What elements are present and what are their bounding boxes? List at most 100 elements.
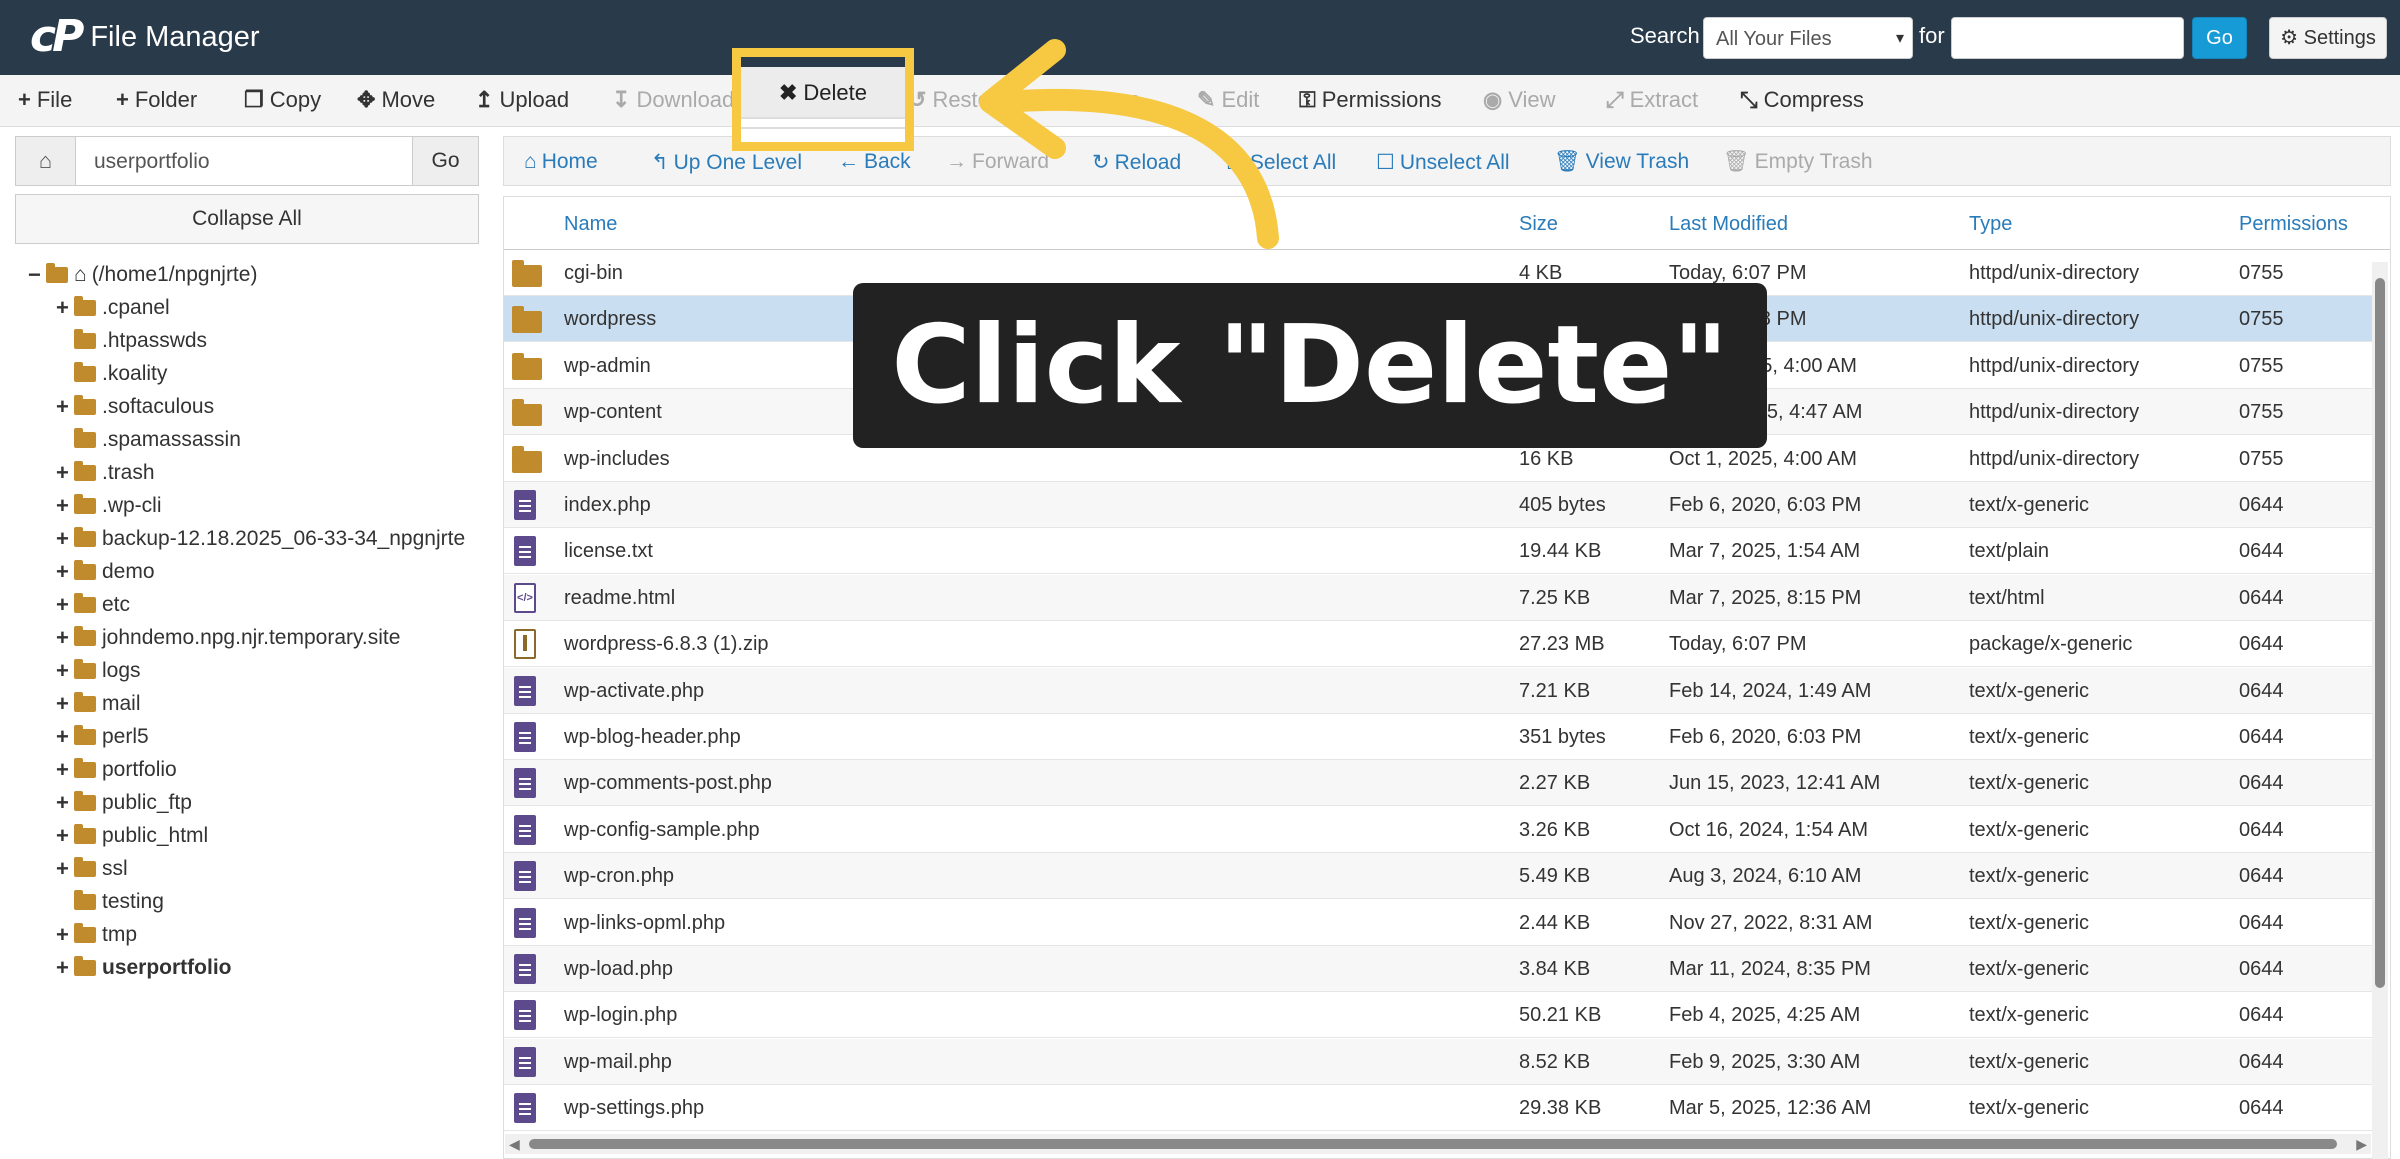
expand-icon[interactable]: + — [56, 592, 74, 618]
column-header-modified[interactable]: Last Modified — [1669, 213, 1788, 236]
expand-icon[interactable]: + — [56, 526, 74, 552]
expand-icon[interactable]: + — [56, 559, 74, 585]
settings-button[interactable]: ⚙ Settings — [2269, 17, 2387, 59]
download-label: Download — [636, 87, 735, 112]
view-button[interactable]: ◉ View — [1483, 87, 1556, 113]
expand-icon[interactable]: + — [56, 823, 74, 849]
table-row[interactable]: wp-load.php 3.84 KB Mar 11, 2024, 8:35 PM t… — [504, 946, 2372, 992]
scroll-right-icon[interactable]: ▶ — [2356, 1136, 2367, 1153]
expand-icon[interactable]: + — [56, 658, 74, 684]
column-header-name[interactable]: Name — [564, 213, 617, 236]
tree-item[interactable]: + logs — [56, 654, 141, 687]
delete-button[interactable]: ✖ Delete — [741, 67, 905, 119]
tree-item[interactable]: + backup-12.18.2025_06-33-34_npgnjrte — [56, 522, 465, 555]
tree-item[interactable]: + perl5 — [56, 720, 149, 753]
unselect-all-button[interactable]: ☐ Unselect All — [1376, 150, 1510, 175]
tree-item-label: (/home1/npgnjrte) — [91, 262, 258, 286]
move-label: Move — [381, 87, 436, 112]
tree-item[interactable]: .koality — [56, 357, 167, 390]
tree-item[interactable]: + .softaculous — [56, 390, 214, 423]
home-icon[interactable]: ⌂ — [16, 137, 76, 185]
empty-trash-button[interactable]: 🗑 Empty Trash — [1723, 150, 1873, 174]
table-row[interactable]: wp-blog-header.php 351 bytes Feb 6, 2020, … — [504, 714, 2372, 760]
expand-icon[interactable]: + — [56, 691, 74, 717]
collapse-icon[interactable]: − — [28, 262, 46, 288]
table-row[interactable]: wp-settings.php 29.38 KB Mar 5, 2025, 12:3… — [504, 1085, 2372, 1132]
scrollbar-thumb[interactable] — [529, 1139, 2337, 1149]
tree-item[interactable]: testing — [56, 885, 164, 918]
search-scope-select[interactable]: All Your Files ▾ — [1703, 17, 1913, 59]
tree-item[interactable]: + .cpanel — [56, 291, 170, 324]
table-row[interactable]: wordpress-6.8.3 (1).zip 27.23 MB Today, 6:… — [504, 621, 2372, 668]
table-row[interactable]: index.php 405 bytes Feb 6, 2020, 6:03 PM te… — [504, 482, 2372, 528]
compress-button[interactable]: ⤡ Compress — [1740, 87, 1864, 113]
view-trash-button[interactable]: 🗑 View Trash — [1554, 150, 1689, 174]
tree-item[interactable]: + etc — [56, 588, 130, 621]
tree-item[interactable]: .spamassassin — [56, 423, 241, 456]
expand-icon[interactable]: + — [56, 922, 74, 948]
copy-button[interactable]: ❐ Copy — [244, 87, 321, 113]
tree-item[interactable]: + johndemo.npg.njr.temporary.site — [56, 621, 400, 654]
table-row[interactable]: wp-links-opml.php 2.44 KB Nov 27, 2022, 8:… — [504, 900, 2372, 946]
new-folder-button[interactable]: + Folder — [116, 87, 197, 113]
move-button[interactable]: ✥ Move — [357, 87, 435, 113]
tree-item[interactable]: .htpasswds — [56, 324, 207, 357]
permissions-button[interactable]: ⚿ Permissions — [1299, 87, 1442, 113]
expand-icon[interactable]: + — [56, 493, 74, 519]
column-header-type[interactable]: Type — [1969, 213, 2012, 236]
path-bar: ⌂ userportfolio Go — [15, 136, 479, 186]
vertical-scrollbar[interactable] — [2372, 262, 2388, 1159]
column-header-size[interactable]: Size — [1519, 213, 1558, 236]
expand-icon[interactable]: + — [56, 625, 74, 651]
file-icon — [514, 675, 536, 706]
expand-icon[interactable]: + — [56, 724, 74, 750]
download-button[interactable]: ↧ Download — [612, 87, 734, 113]
file-type: text/x-generic — [1969, 865, 2090, 888]
expand-icon[interactable]: + — [56, 460, 74, 486]
table-row[interactable]: wp-mail.php 8.52 KB Feb 9, 2025, 3:30 AM te… — [504, 1038, 2372, 1085]
tree-item[interactable]: + mail — [56, 687, 141, 720]
tree-item[interactable]: + .trash — [56, 456, 155, 489]
tree-item[interactable]: + .wp-cli — [56, 489, 162, 522]
tree-item-root[interactable]: − ⌂ (/home1/npgnjrte) — [28, 258, 257, 291]
folder-icon — [74, 922, 96, 943]
search-go-button[interactable]: Go — [2192, 17, 2247, 59]
upload-button[interactable]: ↥ Upload — [475, 87, 569, 113]
table-row[interactable]: wp-login.php 50.21 KB Feb 4, 2025, 4:25 AM… — [504, 992, 2372, 1039]
expand-icon[interactable]: + — [56, 856, 74, 882]
tree-item-current[interactable]: + userportfolio — [56, 951, 232, 984]
collapse-all-button[interactable]: Collapse All — [15, 194, 479, 244]
expand-icon[interactable]: + — [56, 955, 74, 981]
table-row[interactable]: wp-activate.php 7.21 KB Feb 14, 2024, 1:49… — [504, 667, 2372, 714]
scrollbar-thumb[interactable] — [2375, 278, 2385, 988]
path-go-button[interactable]: Go — [412, 137, 478, 185]
column-header-permissions[interactable]: Permissions — [2239, 213, 2348, 236]
search-input[interactable] — [1951, 17, 2184, 59]
new-file-button[interactable]: + File — [18, 87, 72, 113]
table-row[interactable]: wp-cron.php 5.49 KB Aug 3, 2024, 6:10 AM te… — [504, 853, 2372, 900]
table-row[interactable]: </> readme.html 7.25 KB Mar 7, 2025, 8:15 P… — [504, 574, 2372, 621]
table-row[interactable]: wp-config-sample.php 3.26 KB Oct 16, 2024,… — [504, 807, 2372, 853]
tree-item[interactable]: + public_ftp — [56, 786, 192, 819]
expand-icon[interactable]: + — [56, 295, 74, 321]
back-button[interactable]: ← Back — [838, 150, 911, 174]
tree-item[interactable]: + public_html — [56, 819, 208, 852]
expand-icon[interactable]: + — [56, 757, 74, 783]
tree-item[interactable]: + tmp — [56, 918, 137, 951]
tree-item-label: portfolio — [102, 757, 177, 781]
expand-icon[interactable]: + — [56, 394, 74, 420]
expand-icon[interactable]: + — [56, 790, 74, 816]
tree-item[interactable]: + demo — [56, 555, 155, 588]
zip-file-icon — [514, 629, 536, 660]
home-button[interactable]: ⌂ Home — [524, 150, 598, 174]
horizontal-scrollbar[interactable]: ◀ ▶ — [505, 1134, 2371, 1154]
extract-button[interactable]: ⤢ Extract — [1606, 87, 1698, 113]
up-one-level-button[interactable]: ↰ Up One Level — [651, 150, 802, 175]
tree-item[interactable]: + ssl — [56, 852, 128, 885]
cpanel-logo[interactable]: cP File Manager — [30, 14, 260, 60]
table-row[interactable]: license.txt 19.44 KB Mar 7, 2025, 1:54 AM t… — [504, 528, 2372, 575]
tree-item[interactable]: + portfolio — [56, 753, 177, 786]
table-row[interactable]: wp-comments-post.php 2.27 KB Jun 15, 2023,… — [504, 760, 2372, 807]
scroll-left-icon[interactable]: ◀ — [509, 1136, 520, 1153]
path-input[interactable]: userportfolio — [94, 150, 210, 174]
